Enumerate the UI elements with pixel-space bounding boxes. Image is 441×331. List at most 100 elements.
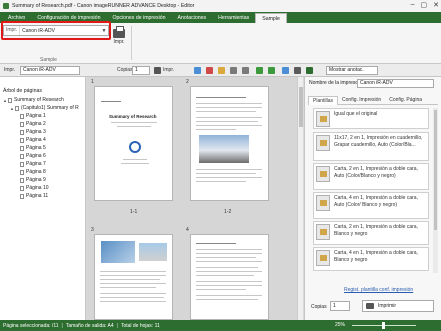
preset-icon bbox=[316, 111, 330, 127]
scrollbar-thumb[interactable] bbox=[434, 110, 437, 230]
panel-printer-value: Canon iR-ADV bbox=[360, 80, 393, 86]
ribbon-print-button[interactable]: Impr. bbox=[111, 26, 127, 49]
rotate-icon[interactable] bbox=[218, 67, 225, 74]
toolbar-printer-label: Impr. bbox=[4, 67, 16, 73]
toolbar-printer-value: Canon iR-ADV bbox=[23, 67, 56, 73]
tree-page[interactable]: Página 7 bbox=[20, 161, 46, 167]
logo-icon bbox=[129, 141, 141, 153]
page-icon bbox=[20, 193, 24, 199]
view-icon[interactable] bbox=[294, 67, 301, 74]
page-icon bbox=[20, 129, 24, 135]
tree-page[interactable]: Página 10 bbox=[20, 185, 49, 191]
page-icon bbox=[20, 153, 24, 159]
page-label: 1-1 bbox=[130, 209, 138, 215]
page-tree-title: Árbol de páginas bbox=[3, 88, 42, 94]
scrollbar-thumb[interactable] bbox=[299, 87, 303, 127]
preset-icon bbox=[316, 135, 330, 151]
close-button[interactable]: ✕ bbox=[433, 1, 439, 9]
zoom-in-icon[interactable] bbox=[256, 67, 263, 74]
panel-printer-select[interactable]: Canon iR-ADV bbox=[357, 79, 434, 88]
page-icon bbox=[20, 145, 24, 151]
page-icon bbox=[20, 137, 24, 143]
page-thumbnail-2[interactable] bbox=[190, 86, 269, 201]
maximize-button[interactable]: ▢ bbox=[421, 1, 428, 9]
photo-image bbox=[139, 243, 167, 261]
printer-name-label: Nombre de la impresora: bbox=[309, 80, 365, 86]
redo-icon[interactable] bbox=[242, 67, 249, 74]
preset-item[interactable]: Carta, 4 en 1, Impresión a doble cara, A… bbox=[313, 192, 429, 219]
panel-tabs: Plantillas Config. Impresión Config. Pág… bbox=[308, 96, 438, 105]
minimize-button[interactable]: – bbox=[411, 1, 415, 9]
zoom-slider-handle[interactable] bbox=[382, 322, 385, 329]
printer-icon[interactable] bbox=[154, 67, 161, 74]
presets-scrollbar[interactable] bbox=[433, 108, 438, 273]
tree-page[interactable]: Página 3 bbox=[20, 129, 46, 135]
page-icon bbox=[20, 113, 24, 119]
page-thumbnail-1[interactable]: Summary of Research bbox=[94, 86, 173, 201]
tree-page[interactable]: Página 11 bbox=[20, 193, 48, 199]
ribbon-group-label: Sample bbox=[40, 57, 57, 63]
print-button-label: Imprimir bbox=[378, 303, 397, 309]
panel-icon[interactable] bbox=[306, 67, 313, 74]
undo-icon[interactable] bbox=[230, 67, 237, 74]
page-thumbnail-3[interactable] bbox=[94, 234, 173, 320]
toolbar-printer-select[interactable]: Canon iR-ADV bbox=[20, 66, 80, 75]
tab-print-config[interactable]: Config. Impresión bbox=[338, 96, 385, 105]
tree-page[interactable]: Página 6 bbox=[20, 153, 46, 159]
tab-sample[interactable]: Sample bbox=[255, 13, 287, 23]
preset-item[interactable]: Carta, 4 en 1, Impresión a doble cara, B… bbox=[313, 247, 429, 271]
tab-print-options[interactable]: Opciones de impresión bbox=[106, 13, 171, 23]
page-thumb-title: Summary of Research bbox=[109, 114, 157, 119]
page-icon bbox=[20, 177, 24, 183]
tree-page[interactable]: Página 9 bbox=[20, 177, 46, 183]
tree-root[interactable]: ▲ Summary of Research bbox=[3, 97, 64, 103]
toolbar-copies-value: 1 bbox=[135, 67, 138, 73]
tab-templates[interactable]: Plantillas bbox=[308, 96, 339, 105]
preset-item[interactable]: Carta, 2 en 1, Impresión a doble cara, B… bbox=[313, 221, 429, 245]
tab-page-config[interactable]: Config. Página bbox=[385, 96, 426, 105]
print-button[interactable]: Imprimir bbox=[362, 300, 434, 312]
register-template-link[interactable]: Regist. plantilla conf. impresión bbox=[344, 287, 413, 293]
insert-page-icon[interactable] bbox=[194, 67, 201, 74]
preview-scrollbar[interactable] bbox=[297, 77, 303, 320]
page-icon bbox=[20, 185, 24, 191]
document-icon bbox=[8, 97, 12, 103]
panel-copies-input[interactable]: 1 bbox=[330, 301, 350, 311]
highlight-box bbox=[1, 21, 111, 40]
tree-chapter[interactable]: ▲ (Capitulo1) Summary of R bbox=[10, 105, 79, 111]
tab-annotations[interactable]: Anotaciones bbox=[172, 13, 213, 23]
preset-item[interactable]: Igual que el original bbox=[313, 108, 429, 129]
page-number: 4 bbox=[186, 227, 189, 233]
ribbon-group-divider bbox=[131, 26, 132, 60]
tree-page[interactable]: Página 4 bbox=[20, 137, 46, 143]
tree-page[interactable]: Página 2 bbox=[20, 121, 46, 127]
page-thumbnail-4[interactable] bbox=[190, 234, 269, 320]
page-icon bbox=[20, 169, 24, 175]
preset-item[interactable]: 11x17, 2 en 1, Impresión en cuadernillo,… bbox=[313, 132, 429, 161]
status-total-sheets: Total de hojas: 11 bbox=[120, 322, 160, 329]
zoom-level: 25% bbox=[335, 322, 346, 328]
tree-page[interactable]: Página 8 bbox=[20, 169, 46, 175]
show-annotations-label: Mostrar anotac. bbox=[329, 67, 364, 73]
tab-tools[interactable]: Herramientas bbox=[212, 13, 255, 23]
preset-icon bbox=[316, 250, 330, 266]
toolbar-copies-input[interactable]: 1 bbox=[132, 66, 150, 75]
delete-icon[interactable] bbox=[206, 67, 213, 74]
photo-image bbox=[199, 135, 249, 163]
toolbar-print-label[interactable]: Impr. bbox=[163, 67, 174, 73]
preset-item[interactable]: Carta, 2 en 1, Impresión a doble cara, A… bbox=[313, 163, 429, 190]
title-bar: Summary of Research.pdf - Canon imageRUN… bbox=[0, 0, 441, 12]
printer-icon bbox=[366, 303, 374, 309]
fit-page-icon[interactable] bbox=[282, 67, 289, 74]
window-controls: – ▢ ✕ bbox=[411, 1, 439, 9]
status-output-size: Tamaño de salida: A4 bbox=[65, 322, 114, 329]
printer-icon bbox=[113, 26, 125, 38]
show-annotations-button[interactable]: Mostrar anotac. bbox=[326, 66, 378, 75]
tree-page[interactable]: Página 1 bbox=[20, 113, 46, 119]
tree-page[interactable]: Página 5 bbox=[20, 145, 46, 151]
zoom-out-icon[interactable] bbox=[268, 67, 275, 74]
page-label: 1-2 bbox=[224, 209, 232, 215]
map-image bbox=[101, 241, 135, 263]
ribbon-print-label: Impr. bbox=[113, 39, 125, 45]
page-number: 1 bbox=[91, 79, 94, 85]
